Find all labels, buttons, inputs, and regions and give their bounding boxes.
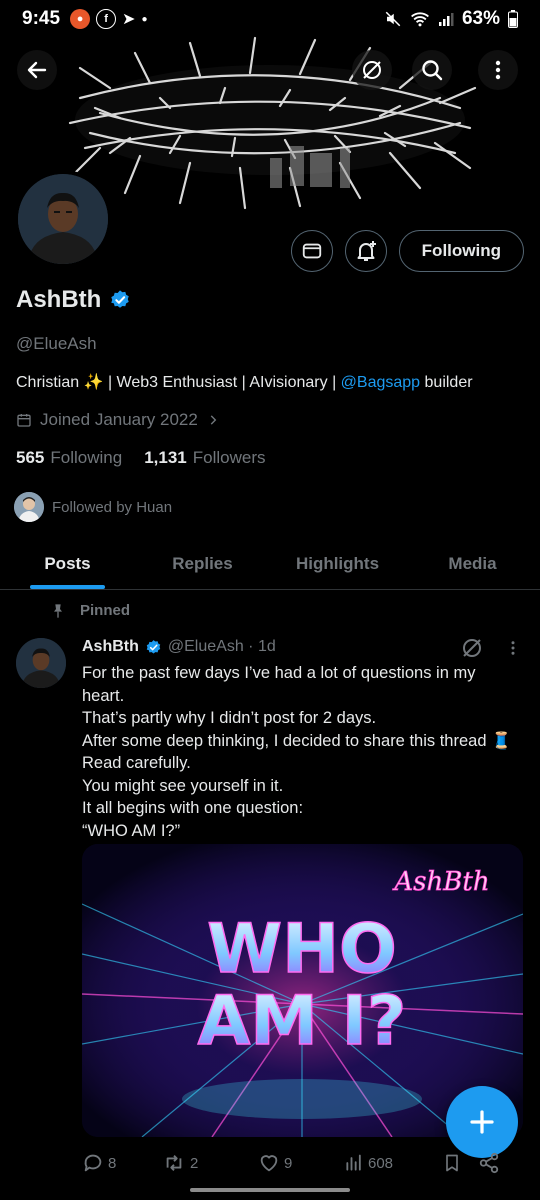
- joined-text: Joined January 2022: [40, 410, 198, 429]
- calendar-icon: [17, 414, 31, 427]
- share-icon: [479, 1152, 499, 1174]
- post-line: It all begins with one question:: [82, 799, 304, 817]
- search-button[interactable]: [412, 50, 452, 90]
- profile-avatar[interactable]: [14, 170, 112, 268]
- post-body: For the past few days I’ve had a lot of …: [82, 662, 522, 842]
- battery-icon: [508, 10, 518, 28]
- following-button[interactable]: Following: [398, 230, 524, 272]
- profile-tabs: Posts Replies Highlights Media: [0, 538, 540, 590]
- grok-button[interactable]: [352, 50, 392, 90]
- profile-handle: @ElueAsh: [16, 334, 97, 353]
- compose-post-button[interactable]: [446, 1086, 518, 1158]
- follower-avatar: [14, 492, 44, 522]
- post-header: AshBth @ElueAsh · 1d: [82, 638, 276, 656]
- back-button[interactable]: [17, 50, 57, 90]
- post-line: “WHO AM I?”: [82, 821, 181, 840]
- reply-button[interactable]: 8: [82, 1152, 162, 1174]
- bookmark-icon: [446, 1154, 458, 1172]
- status-time: 9:45: [22, 8, 61, 29]
- share-button[interactable]: [478, 1152, 500, 1174]
- plus-icon: [470, 1110, 494, 1134]
- top-bar: [0, 50, 540, 90]
- tab-posts[interactable]: Posts: [0, 538, 135, 589]
- like-button[interactable]: 9: [258, 1152, 344, 1174]
- heart-icon: [260, 1155, 278, 1172]
- post-line: heart.: [82, 686, 125, 705]
- repost-button[interactable]: 2: [162, 1152, 258, 1174]
- facebook-icon: f: [96, 9, 117, 29]
- status-bar: 9:45 ● f ➤ ● 63%: [0, 0, 540, 38]
- gesture-home-bar[interactable]: [190, 1188, 350, 1192]
- views-button[interactable]: 608: [344, 1153, 442, 1173]
- tab-highlights[interactable]: Highlights: [270, 538, 405, 589]
- reply-count: 8: [108, 1154, 117, 1172]
- bio-suffix: builder: [420, 374, 473, 391]
- search-icon: [422, 60, 443, 81]
- grok-icon: [363, 61, 381, 79]
- joined-date-row[interactable]: Joined January 2022: [16, 410, 220, 430]
- verified-badge-icon: [146, 639, 161, 654]
- app-notification-icon: ●: [70, 9, 91, 29]
- more-options-button[interactable]: [478, 50, 518, 90]
- battery-text: 63%: [461, 8, 500, 29]
- post-line: Read carefully.: [82, 754, 191, 772]
- repost-icon: [166, 1155, 182, 1171]
- mute-icon: [385, 11, 401, 27]
- tab-media[interactable]: Media: [405, 538, 540, 589]
- message-button[interactable]: [290, 230, 333, 272]
- post-actions: 8 2 9 608: [82, 1152, 522, 1174]
- more-vertical-icon: [495, 60, 501, 80]
- repost-count: 2: [190, 1154, 199, 1172]
- notify-button[interactable]: [344, 230, 387, 272]
- back-arrow-icon: [27, 61, 47, 79]
- verified-badge-icon: [111, 290, 130, 308]
- follow-counts: 565 Following 1,131 Followers: [16, 448, 265, 468]
- wifi-icon: [411, 12, 429, 27]
- post-more-button[interactable]: [504, 638, 522, 663]
- pinned-label-row: Pinned: [50, 602, 130, 619]
- tab-replies[interactable]: Replies: [135, 538, 270, 589]
- post-line: That’s partly why I didn’t post for 2 da…: [82, 709, 377, 727]
- profile-bio: Christian ✨ | Web3 Enthusiast | AIvision…: [16, 372, 473, 392]
- followed-by-row[interactable]: Followed by Huan: [14, 492, 172, 522]
- post-author-name[interactable]: AshBth: [82, 638, 139, 656]
- more-vertical-icon: [511, 641, 515, 655]
- pinned-text: Pinned: [80, 602, 131, 619]
- telegram-icon: ➤: [122, 11, 136, 28]
- bio-mention-link[interactable]: @Bagsapp: [341, 374, 420, 391]
- reply-icon: [84, 1154, 102, 1172]
- mail-icon: [302, 243, 321, 259]
- image-signature: AshBth: [392, 867, 489, 897]
- display-name: AshBth: [16, 286, 102, 313]
- more-notifications-dot: ●: [141, 13, 148, 25]
- views-icon: [346, 1154, 361, 1171]
- pin-icon: [54, 603, 62, 618]
- post-line: You might see yourself in it.: [82, 776, 284, 795]
- post-author-avatar[interactable]: [16, 638, 66, 688]
- signal-icon: [438, 13, 454, 26]
- followers-count-link[interactable]: 1,131 Followers: [144, 448, 265, 468]
- like-count: 9: [284, 1154, 293, 1172]
- profile-name: AshBth: [16, 286, 131, 314]
- who-am-i-graphic: WHO AM I? AshBth: [82, 844, 523, 1137]
- followed-by-text: Followed by Huan: [52, 498, 173, 516]
- image-title-line2: AM I?: [198, 982, 407, 1061]
- bio-text: Christian ✨ | Web3 Enthusiast | AIvision…: [16, 374, 341, 391]
- following-count-link[interactable]: 565 Following: [16, 448, 122, 468]
- profile-actions: Following: [290, 230, 524, 272]
- image-title-line1: WHO: [207, 910, 397, 989]
- post-handle-time: @ElueAsh · 1d: [167, 638, 276, 655]
- post-media-image[interactable]: WHO AM I? AshBth: [82, 844, 523, 1137]
- post-line: After some deep thinking, I decided to s…: [82, 731, 512, 750]
- bookmark-button[interactable]: [442, 1152, 478, 1174]
- notification-icons: ● f ➤ ●: [70, 9, 147, 29]
- post-line: For the past few days I’ve had a lot of …: [82, 664, 476, 682]
- chevron-right-icon: [210, 415, 217, 425]
- avatar-illustration: [18, 174, 108, 264]
- status-right: 63%: [384, 8, 518, 30]
- grok-icon: [463, 639, 481, 657]
- bell-plus-icon: [357, 241, 376, 261]
- post-grok-button[interactable]: [460, 636, 484, 665]
- views-count: 608: [368, 1154, 394, 1172]
